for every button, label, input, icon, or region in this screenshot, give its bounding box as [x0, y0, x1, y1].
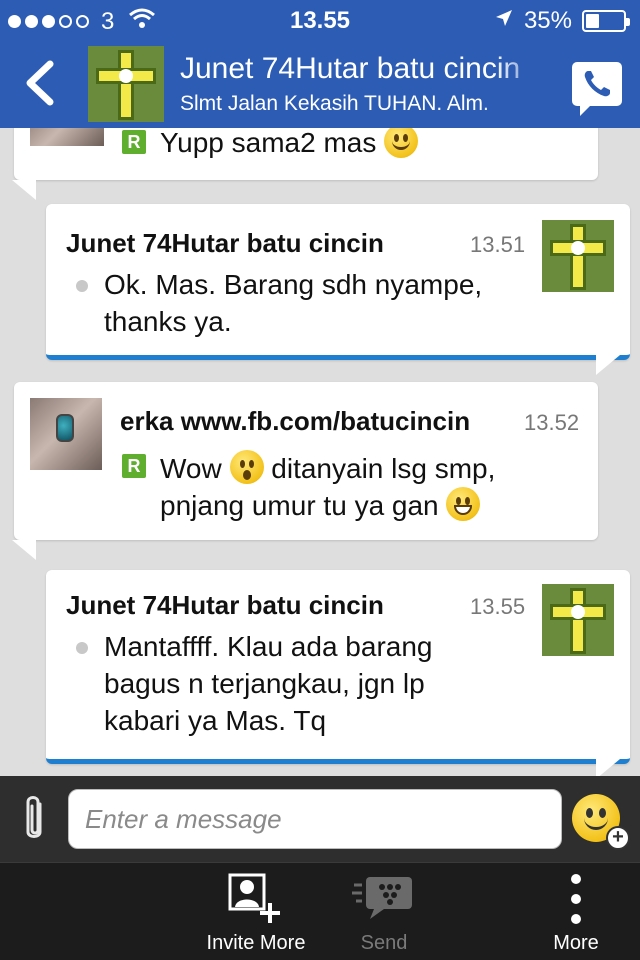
read-badge-icon: R — [122, 454, 146, 478]
sender-avatar — [542, 220, 614, 292]
composer-bar: + — [0, 776, 640, 862]
send-label: Send — [360, 932, 408, 954]
status-right: 35% — [494, 7, 630, 35]
read-badge-icon: R — [122, 130, 146, 154]
message-body-part1: Wow — [160, 453, 222, 484]
back-icon[interactable] — [18, 58, 62, 108]
contact-status[interactable]: Slmt Jalan Kekasih TUHAN. Alm. — [180, 92, 535, 116]
chat-header: Junet 74Hutar batu cincin Slmt Jalan Kek… — [0, 40, 640, 128]
message-text: Mantaffff. Klau ada barang bagus n terja… — [104, 631, 433, 736]
message-sender: Junet 74Hutar batu cincin — [66, 590, 384, 620]
more-label: More — [553, 932, 599, 954]
delivered-dot-icon — [76, 280, 88, 292]
attach-icon[interactable] — [20, 794, 48, 849]
invite-more-label: Invite More — [206, 932, 306, 954]
send-button[interactable]: Send — [338, 863, 430, 960]
more-icon — [571, 874, 581, 924]
chat-thread[interactable]: R Yupp sama2 mas Junet 74Hutar batu cinc… — [0, 128, 640, 776]
sender-avatar — [30, 128, 104, 146]
message-sender: erka www.fb.com/batucincin — [120, 406, 471, 436]
more-button[interactable]: More — [536, 863, 616, 960]
invite-icon — [228, 873, 280, 923]
sender-avatar — [542, 584, 614, 656]
message-bubble-incoming[interactable]: R Yupp sama2 mas — [12, 128, 598, 200]
battery-icon — [582, 10, 630, 32]
message-text: Yupp sama2 mas — [160, 128, 419, 161]
battery-percent: 35% — [523, 7, 572, 34]
message-body-part2: ditanyain lsg smp, — [271, 453, 496, 484]
message-time: 13.52 — [524, 410, 580, 435]
message-text: Wow ditanyain lsg smp, pnjang umur tu ya… — [160, 450, 590, 524]
message-input[interactable] — [68, 789, 562, 849]
message-time: 13.51 — [470, 232, 526, 257]
plus-icon: + — [606, 826, 630, 850]
grin-emoji-icon — [446, 487, 481, 521]
bottom-toolbar: Invite More Send More — [0, 862, 640, 960]
call-icon[interactable] — [572, 62, 622, 116]
contact-name[interactable]: Junet 74Hutar batu cincin — [180, 52, 550, 86]
message-bubble-outgoing[interactable]: Junet 74Hutar batu cincin 13.55 Mantafff… — [46, 570, 630, 776]
message-time: 13.55 — [470, 594, 526, 619]
invite-more-button[interactable]: Invite More — [190, 863, 322, 960]
send-icon — [352, 877, 412, 919]
sender-avatar — [30, 398, 102, 470]
contact-avatar[interactable] — [88, 46, 164, 122]
delivered-dot-icon — [76, 642, 88, 654]
message-body-part3: pnjang umur tu ya gan — [160, 490, 439, 521]
message-bubble-outgoing[interactable]: Junet 74Hutar batu cincin 13.51 Ok. Mas.… — [46, 204, 630, 375]
emoji-add-icon[interactable]: + — [572, 792, 632, 852]
message-bubble-incoming[interactable]: erka www.fb.com/batucincin 13.52 R Wow d… — [12, 382, 598, 560]
battery-fill — [586, 14, 599, 28]
message-text: Ok. Mas. Barang sdh nyampe, thanks ya. — [104, 269, 483, 337]
message-sender: Junet 74Hutar batu cincin — [66, 228, 384, 258]
location-arrow-icon — [494, 7, 514, 35]
message-body: Yupp sama2 mas — [160, 128, 377, 158]
smile-emoji-icon — [384, 128, 419, 158]
status-bar: 3 13.55 35% — [0, 0, 640, 40]
surprised-emoji-icon — [229, 450, 264, 484]
